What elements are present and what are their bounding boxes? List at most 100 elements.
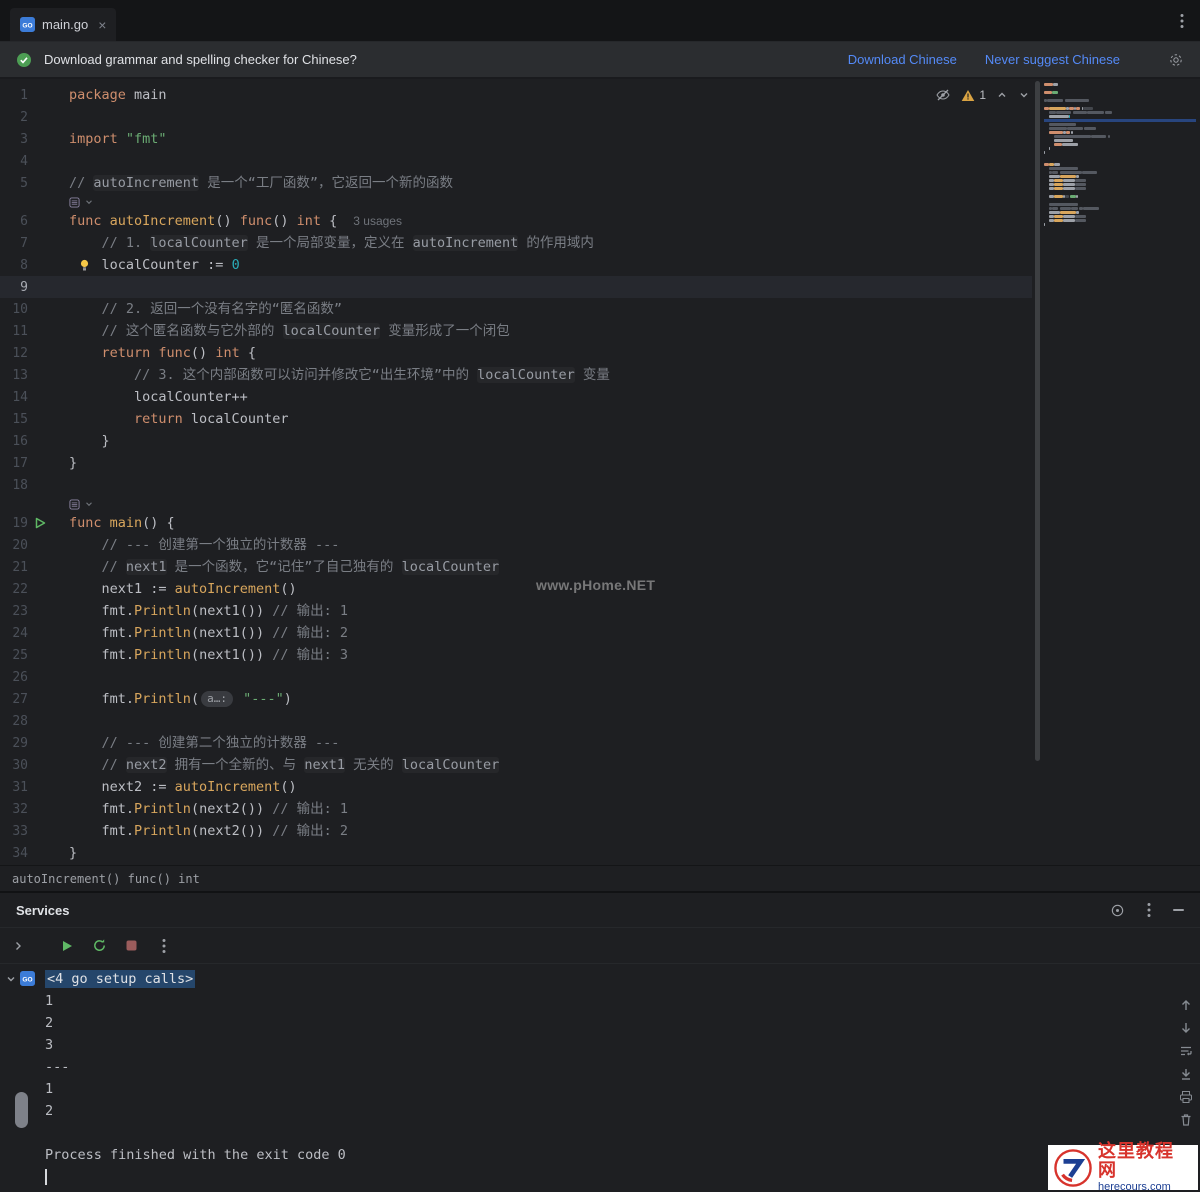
line-number[interactable]: 5 — [0, 173, 28, 195]
line-number[interactable]: 22 — [0, 579, 28, 601]
services-title[interactable]: Services — [16, 903, 70, 918]
gutter[interactable]: 12 — [0, 342, 69, 364]
code-line[interactable]: 24 fmt.Println(next1()) // 输出: 2 — [0, 622, 1032, 644]
prev-problem-icon[interactable] — [996, 89, 1008, 101]
code-vision-icon[interactable] — [69, 196, 80, 208]
chevron-down-icon[interactable] — [84, 197, 94, 207]
gutter[interactable]: 24 — [0, 622, 69, 644]
line-number[interactable]: 4 — [0, 151, 28, 173]
soft-wrap-icon[interactable] — [1179, 1044, 1193, 1058]
clear-all-icon[interactable] — [1179, 1113, 1193, 1127]
gutter[interactable]: 9 — [0, 276, 69, 298]
code-line[interactable]: 29 // --- 创建第二个独立的计数器 --- — [0, 732, 1032, 754]
line-number[interactable]: 18 — [0, 475, 28, 497]
gutter[interactable]: 19 — [0, 512, 69, 534]
code-line[interactable]: 12 return func() int { — [0, 342, 1032, 364]
code-line[interactable]: 5// autoIncrement 是一个“工厂函数”，它返回一个新的函数 — [0, 172, 1032, 194]
gutter[interactable]: 27 — [0, 688, 69, 710]
hide-panel-icon[interactable] — [1173, 909, 1184, 911]
chevron-down-icon[interactable] — [84, 499, 94, 509]
print-icon[interactable] — [1179, 1090, 1193, 1104]
line-number[interactable]: 23 — [0, 601, 28, 623]
next-problem-icon[interactable] — [1018, 89, 1030, 101]
line-number[interactable]: 3 — [0, 129, 28, 151]
code-line[interactable]: 9 — [0, 276, 1032, 298]
line-number[interactable]: 10 — [0, 299, 28, 321]
console-line[interactable]: 2 — [45, 1100, 1200, 1122]
code-line[interactable]: 15 return localCounter — [0, 408, 1032, 430]
console-line[interactable] — [45, 1122, 1200, 1144]
code-line[interactable]: 16 } — [0, 430, 1032, 452]
code-editor[interactable]: 1 package main 2 3 import "fmt" 4 5// autoIncr… — [0, 79, 1200, 865]
line-number[interactable]: 8 — [0, 255, 28, 277]
line-number[interactable]: 11 — [0, 321, 28, 343]
line-number[interactable]: 31 — [0, 777, 28, 799]
line-number[interactable]: 30 — [0, 755, 28, 777]
code-line[interactable]: 2 — [0, 106, 1032, 128]
line-number[interactable]: 21 — [0, 557, 28, 579]
gutter[interactable]: 17 — [0, 452, 69, 474]
line-number[interactable]: 34 — [0, 843, 28, 865]
code-line[interactable]: 4 — [0, 150, 1032, 172]
code-line[interactable]: 11 // 这个匿名函数与它外部的 localCounter 变量形成了一个闭包 — [0, 320, 1032, 342]
gutter[interactable]: 33 — [0, 820, 69, 842]
line-number[interactable]: 24 — [0, 623, 28, 645]
code-line[interactable]: 20 // --- 创建第一个独立的计数器 --- — [0, 534, 1032, 556]
gutter[interactable]: 26 — [0, 666, 69, 688]
gutter[interactable]: 25 — [0, 644, 69, 666]
expand-node-icon[interactable] — [12, 940, 24, 952]
stop-button[interactable] — [125, 939, 138, 952]
line-number[interactable]: 33 — [0, 821, 28, 843]
warning-count-badge[interactable]: 1 — [961, 88, 986, 102]
console-line[interactable]: <4 go setup calls> — [45, 968, 1200, 990]
code-line[interactable]: 3 import "fmt" — [0, 128, 1032, 150]
tree-expand-chevron-icon[interactable] — [5, 973, 17, 985]
code-line[interactable]: 31 next2 := autoIncrement() — [0, 776, 1032, 798]
gutter[interactable]: 18 — [0, 474, 69, 496]
code-line[interactable]: 34} — [0, 842, 1032, 864]
line-number[interactable]: 16 — [0, 431, 28, 453]
gutter[interactable]: 3 — [0, 128, 69, 150]
code-line[interactable]: 23 fmt.Println(next1()) // 输出: 1 — [0, 600, 1032, 622]
code-line[interactable]: 28 — [0, 710, 1032, 732]
code-line[interactable]: 10 // 2. 返回一个没有名字的“匿名函数” — [0, 298, 1032, 320]
gutter[interactable]: 13 — [0, 364, 69, 386]
line-number[interactable]: 9 — [0, 277, 28, 299]
run-main-icon[interactable] — [34, 517, 46, 529]
gutter[interactable]: 20 — [0, 534, 69, 556]
code-line[interactable]: 22 next1 := autoIncrement() — [0, 578, 1032, 600]
go-run-config-icon[interactable]: GO — [20, 971, 35, 986]
gutter[interactable]: 8 — [0, 254, 69, 276]
console-line[interactable]: 2 — [45, 1012, 1200, 1034]
code-line[interactable]: 18 — [0, 474, 1032, 496]
line-number[interactable]: 29 — [0, 733, 28, 755]
line-number[interactable]: 1 — [0, 85, 28, 107]
line-number[interactable]: 20 — [0, 535, 28, 557]
line-number[interactable]: 32 — [0, 799, 28, 821]
gutter[interactable]: 30 — [0, 754, 69, 776]
gutter[interactable]: 31 — [0, 776, 69, 798]
more-options-icon[interactable] — [1164, 13, 1200, 29]
line-number[interactable]: 17 — [0, 453, 28, 475]
gutter[interactable]: 10 — [0, 298, 69, 320]
gutter[interactable]: 7 — [0, 232, 69, 254]
line-number[interactable]: 14 — [0, 387, 28, 409]
code-line[interactable]: 8 localCounter := 0 — [0, 254, 1032, 276]
gutter[interactable]: 2 — [0, 106, 69, 128]
line-number[interactable]: 6 — [0, 211, 28, 233]
breadcrumb[interactable]: autoIncrement() func() int — [0, 865, 1200, 891]
gutter[interactable]: 34 — [0, 842, 69, 864]
tab-main-go[interactable]: GO main.go × — [10, 8, 117, 41]
console-line[interactable]: 1 — [45, 1078, 1200, 1100]
line-number[interactable]: 26 — [0, 667, 28, 689]
line-number[interactable]: 19 — [0, 513, 28, 535]
code-line[interactable]: 33 fmt.Println(next2()) // 输出: 2 — [0, 820, 1032, 842]
console-line[interactable]: 1 — [45, 990, 1200, 1012]
code-line[interactable]: 27 fmt.Println(a…: "---") — [0, 688, 1032, 710]
code-line[interactable]: 30 // next2 拥有一个全新的、与 next1 无关的 localCou… — [0, 754, 1032, 776]
editor-scrollbar[interactable] — [1035, 81, 1040, 761]
download-chinese-link[interactable]: Download Chinese — [848, 52, 957, 67]
gutter[interactable]: 4 — [0, 150, 69, 172]
gutter[interactable]: 21 — [0, 556, 69, 578]
never-suggest-chinese-link[interactable]: Never suggest Chinese — [985, 52, 1120, 67]
